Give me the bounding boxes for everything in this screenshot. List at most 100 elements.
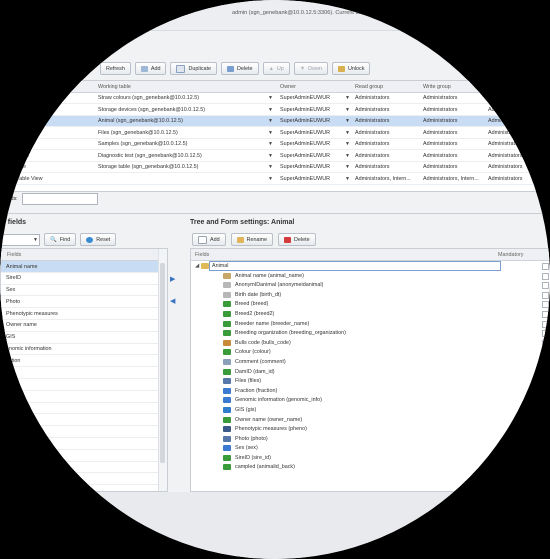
tree-item[interactable]: Birth date (birth_dt)	[191, 290, 550, 300]
table-row[interactable]: Samples (sgn_genebank@10.0.12.5) ▼ SuperAd…	[0, 139, 550, 150]
chevron-down-icon[interactable]: ▼	[345, 176, 350, 182]
list-item[interactable]	[1, 473, 167, 486]
mandatory-checkbox[interactable]	[542, 339, 549, 347]
chevron-down-icon[interactable]: ▼	[345, 130, 350, 136]
mandatory-checkbox[interactable]	[542, 445, 549, 453]
list-item[interactable]	[1, 414, 167, 427]
col-read-group[interactable]: Read group	[355, 84, 383, 90]
table-row[interactable]: Files (sgn_genebank@10.0.12.5) ▼ SuperAdmi…	[0, 128, 550, 139]
table-row[interactable]: Animal (sgn_genebank@10.0.12.5) ▼ SuperAdm…	[0, 116, 550, 127]
chevron-down-icon[interactable]: ▼	[268, 95, 273, 101]
list-item[interactable]: enomic information	[1, 344, 167, 356]
list-item[interactable]: Photo	[1, 296, 167, 309]
chevron-down-icon[interactable]: ▼	[345, 118, 350, 124]
chevron-down-icon[interactable]: ▼	[345, 95, 350, 101]
mandatory-checkbox[interactable]	[542, 330, 549, 338]
up-button[interactable]: ▲ Up	[262, 62, 290, 75]
list-item[interactable]	[1, 367, 167, 379]
root-name-field[interactable]	[209, 261, 501, 271]
chevron-down-icon[interactable]: ▼	[268, 107, 273, 113]
move-right-icon[interactable]: ▶	[170, 275, 175, 283]
chevron-down-icon[interactable]: ▼	[268, 153, 273, 159]
tree-item[interactable]: Colour (colour)	[191, 347, 550, 357]
chevron-down-icon[interactable]: ▼	[345, 164, 350, 170]
reset-button[interactable]: Reset	[80, 233, 117, 246]
tree-item[interactable]: Breed (breed)	[191, 299, 550, 309]
collapse-icon[interactable]: ◢	[195, 263, 199, 269]
col-write-group[interactable]: Write group	[423, 84, 451, 90]
vertical-scrollbar[interactable]	[158, 249, 167, 491]
mandatory-checkbox[interactable]	[542, 464, 549, 472]
tree-item[interactable]: Sex (sex)	[191, 443, 550, 453]
scrollbar-thumb[interactable]	[160, 263, 165, 463]
records-input[interactable]	[21, 193, 98, 205]
mandatory-checkbox[interactable]	[542, 320, 549, 328]
list-item[interactable]: action	[1, 355, 167, 368]
mandatory-checkbox[interactable]	[542, 454, 549, 462]
tree-item[interactable]: SireID (sire_id)	[191, 453, 550, 463]
list-item[interactable]: GIS	[1, 332, 167, 344]
mandatory-checkbox[interactable]	[542, 368, 549, 376]
tree-item[interactable]: Animal name (animal_name)	[191, 271, 550, 281]
delete-button[interactable]: Delete	[220, 62, 259, 75]
tree-item[interactable]: Breeding organization (breeding_organiza…	[191, 328, 550, 338]
tree-root[interactable]: ◢ Animal	[191, 261, 550, 271]
mandatory-checkbox[interactable]	[542, 406, 549, 414]
table-row[interactable]: Straw colours (sgn_genebank@10.0.12.5) ▼ S…	[0, 93, 550, 104]
mandatory-checkbox[interactable]	[542, 378, 549, 386]
mandatory-checkbox[interactable]	[542, 272, 549, 280]
col-owner[interactable]: Owner	[280, 84, 296, 90]
chevron-down-icon[interactable]: ▼	[268, 130, 273, 136]
list-item[interactable]	[1, 426, 167, 438]
tree-item[interactable]: Owner name (owner_name)	[191, 415, 550, 425]
mandatory-checkbox[interactable]	[542, 282, 549, 290]
list-item[interactable]: ent	[1, 403, 167, 415]
tree-add-button[interactable]: Add	[192, 233, 226, 246]
chevron-down-icon[interactable]: ▼	[345, 153, 350, 159]
duplicate-button[interactable]: Duplicate	[170, 62, 217, 75]
list-item[interactable]: Owner name	[1, 320, 167, 332]
list-item[interactable]: Animal name	[1, 261, 167, 273]
mandatory-checkbox[interactable]	[542, 349, 549, 357]
rename-button[interactable]: Rename	[230, 233, 273, 246]
tree-item[interactable]: Genomic information (genomic_info)	[191, 395, 550, 405]
refresh-button[interactable]: Refresh	[100, 62, 131, 75]
unlock-button[interactable]: Unlock	[331, 62, 371, 75]
tree-item[interactable]: campled (animalid_back)	[191, 462, 550, 472]
tree-item[interactable]: Fraction (fraction)	[191, 386, 550, 396]
mandatory-checkbox[interactable]	[542, 263, 549, 270]
tree-item[interactable]: DamID (dam_id)	[191, 367, 550, 377]
tree-item[interactable]: Files (files)	[191, 376, 550, 386]
down-button[interactable]: ▼ Down	[293, 62, 328, 75]
mandatory-checkbox[interactable]	[542, 416, 549, 424]
list-item[interactable]: Sex	[1, 285, 167, 297]
list-item[interactable]: SireID	[1, 273, 167, 285]
table-row[interactable]: efault Table View ▼ SuperAdminEUWUR ▼ Admini…	[0, 174, 550, 185]
mandatory-checkbox[interactable]	[542, 387, 549, 395]
list-item[interactable]	[1, 462, 167, 474]
tree-delete-button[interactable]: Delete	[277, 233, 316, 246]
table-row[interactable]: nostic tests Diagnostic test (sgn_geneban…	[0, 151, 550, 162]
list-item[interactable]	[1, 379, 167, 391]
mandatory-checkbox[interactable]	[542, 435, 549, 443]
chevron-down-icon[interactable]: ▼	[345, 107, 350, 113]
chevron-down-icon[interactable]: ▼	[268, 164, 273, 170]
move-left-icon[interactable]: ◀	[170, 297, 175, 305]
list-item[interactable]: anization	[1, 450, 167, 462]
field-filter-combo[interactable]: ▼	[0, 233, 40, 246]
tree-item[interactable]: Photo (photo)	[191, 434, 550, 444]
find-button[interactable]: 🔍 Find	[44, 233, 77, 246]
tree-item[interactable]: Breed2 (breed2)	[191, 309, 550, 319]
add-button[interactable]: Add	[134, 62, 167, 75]
tree-item[interactable]: GIS (gis)	[191, 405, 550, 415]
table-row[interactable]: Storage devices (sgn_genebank@10.0.12.5)…	[0, 105, 550, 116]
tree-item[interactable]: Breeder name (breeder_name)	[191, 319, 550, 329]
mandatory-checkbox[interactable]	[542, 397, 549, 405]
table-row[interactable]: rage table Storage table (sgn_genebank@10…	[0, 162, 550, 173]
tree-item[interactable]: Comment (comment)	[191, 357, 550, 367]
mandatory-checkbox[interactable]	[542, 301, 549, 309]
chevron-down-icon[interactable]: ▼	[268, 141, 273, 147]
mandatory-checkbox[interactable]	[542, 426, 549, 434]
chevron-down-icon[interactable]: ▼	[268, 118, 273, 124]
col-working-table[interactable]: Working table	[98, 84, 131, 90]
